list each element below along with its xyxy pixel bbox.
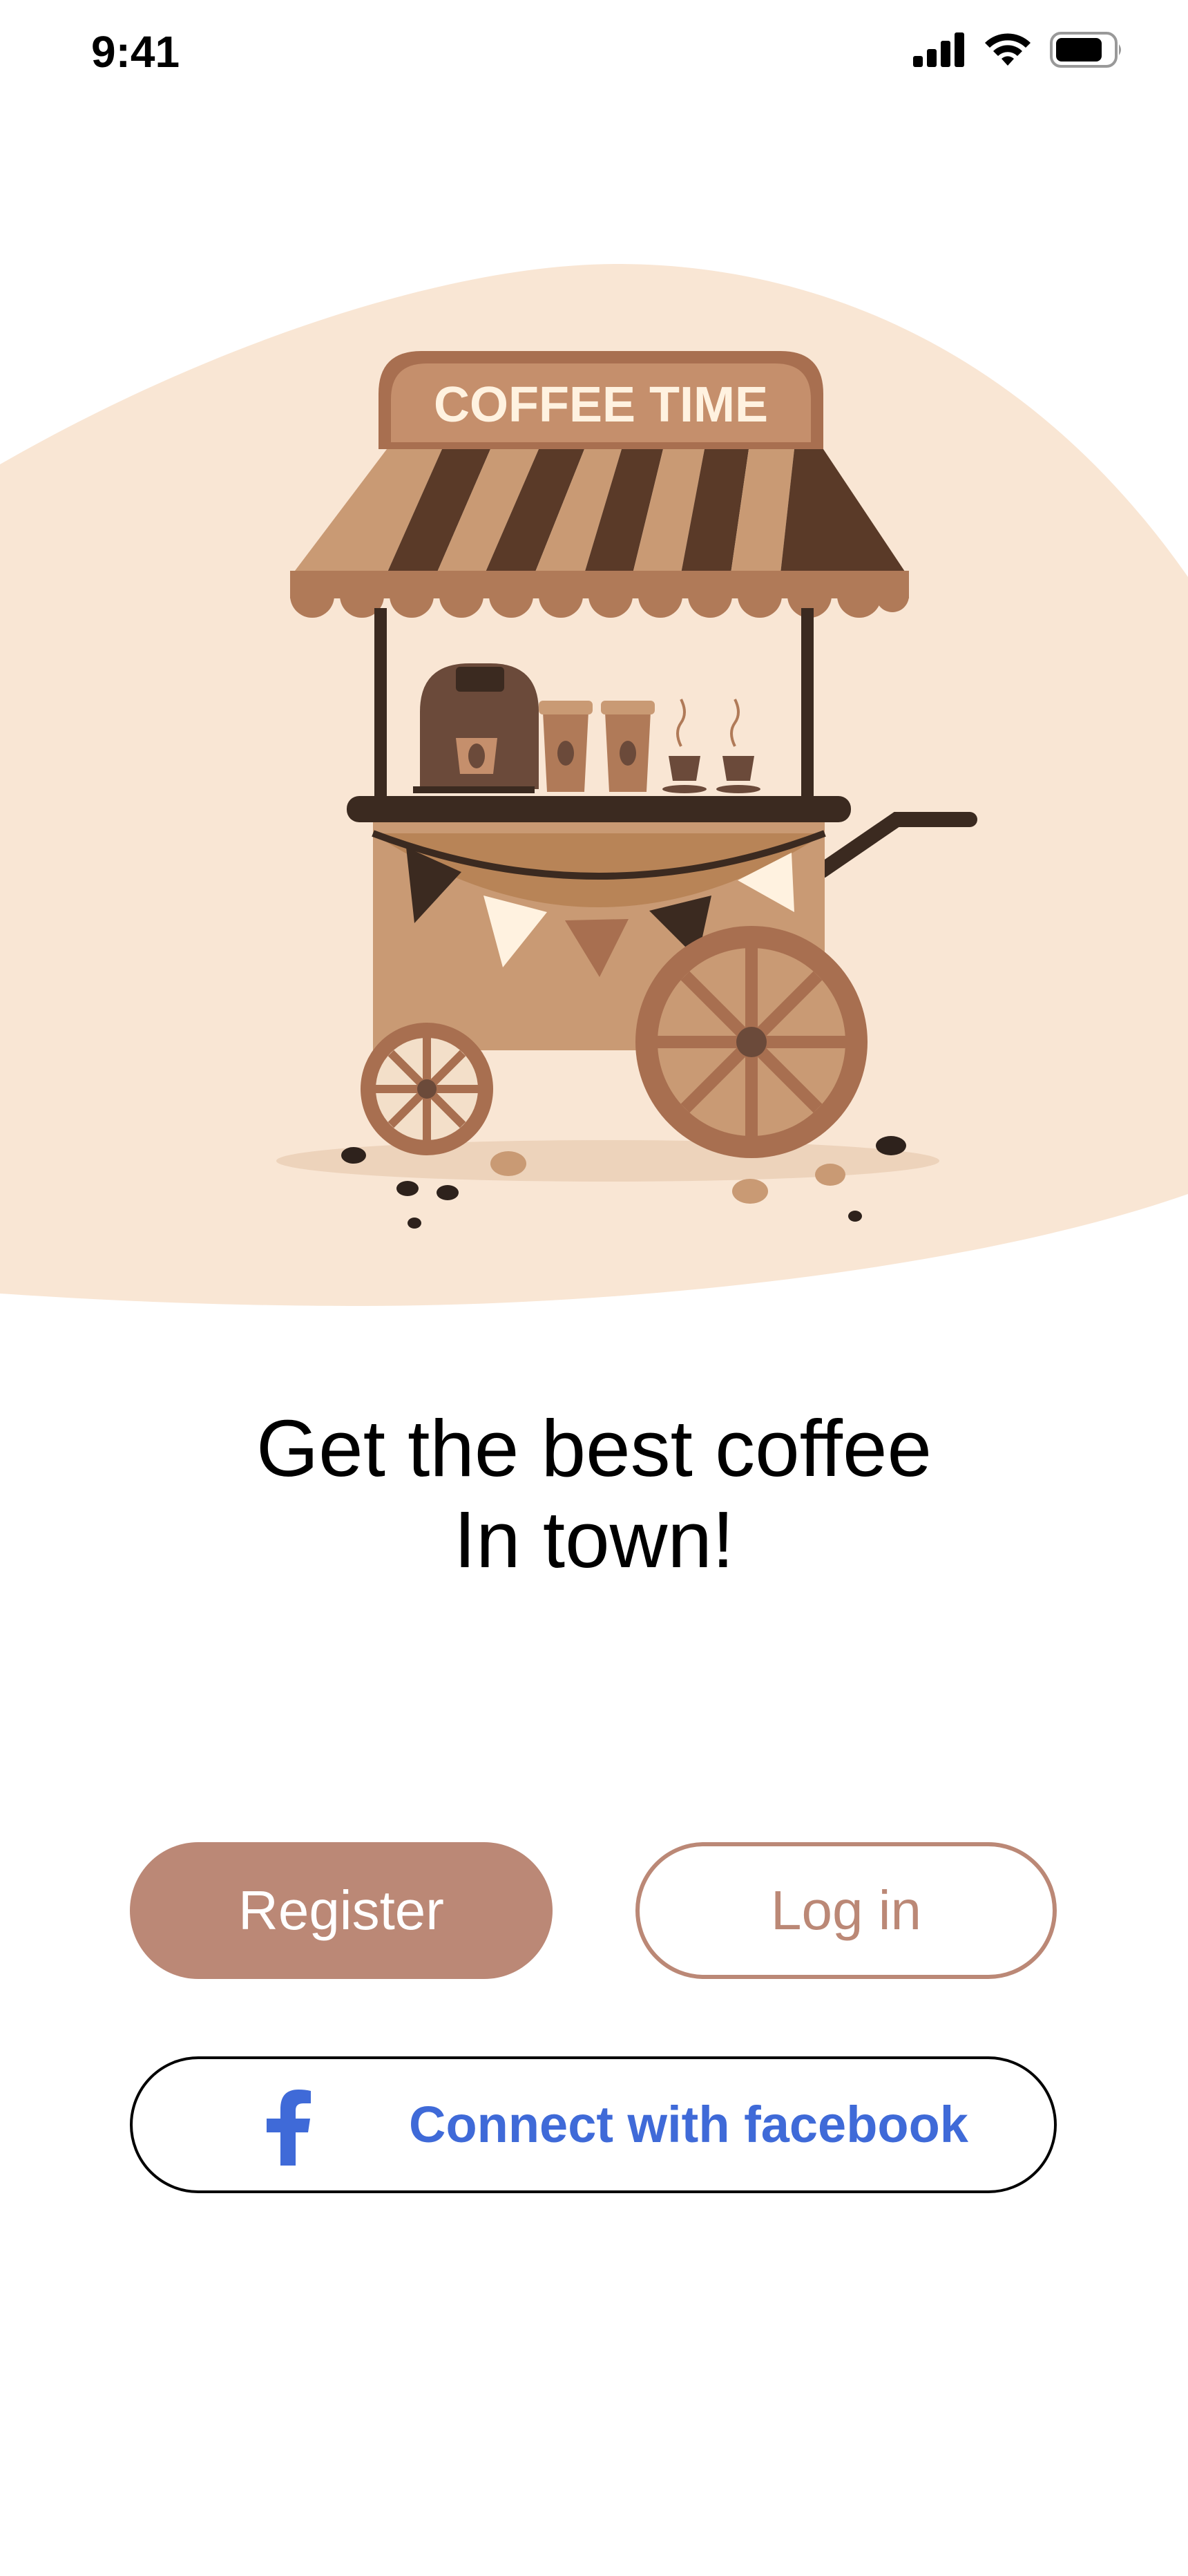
register-button-label: Register: [238, 1879, 444, 1941]
coffee-cart-illustration: COFFEE TIME: [276, 351, 977, 1229]
headline-line-1: Get the best coffee: [256, 1403, 932, 1493]
headline-line-2: In town!: [453, 1495, 735, 1584]
login-button-label: Log in: [771, 1879, 921, 1941]
sign-text: COFFEE TIME: [434, 377, 768, 433]
login-button[interactable]: Log in: [635, 1842, 1057, 1979]
headline: Get the best coffee In town!: [0, 1403, 1188, 1585]
facebook-icon: [267, 2090, 311, 2166]
register-button[interactable]: Register: [130, 1842, 553, 1979]
connect-facebook-button[interactable]: Connect with facebook: [130, 2056, 1057, 2193]
facebook-button-label: Connect with facebook: [409, 2096, 968, 2153]
